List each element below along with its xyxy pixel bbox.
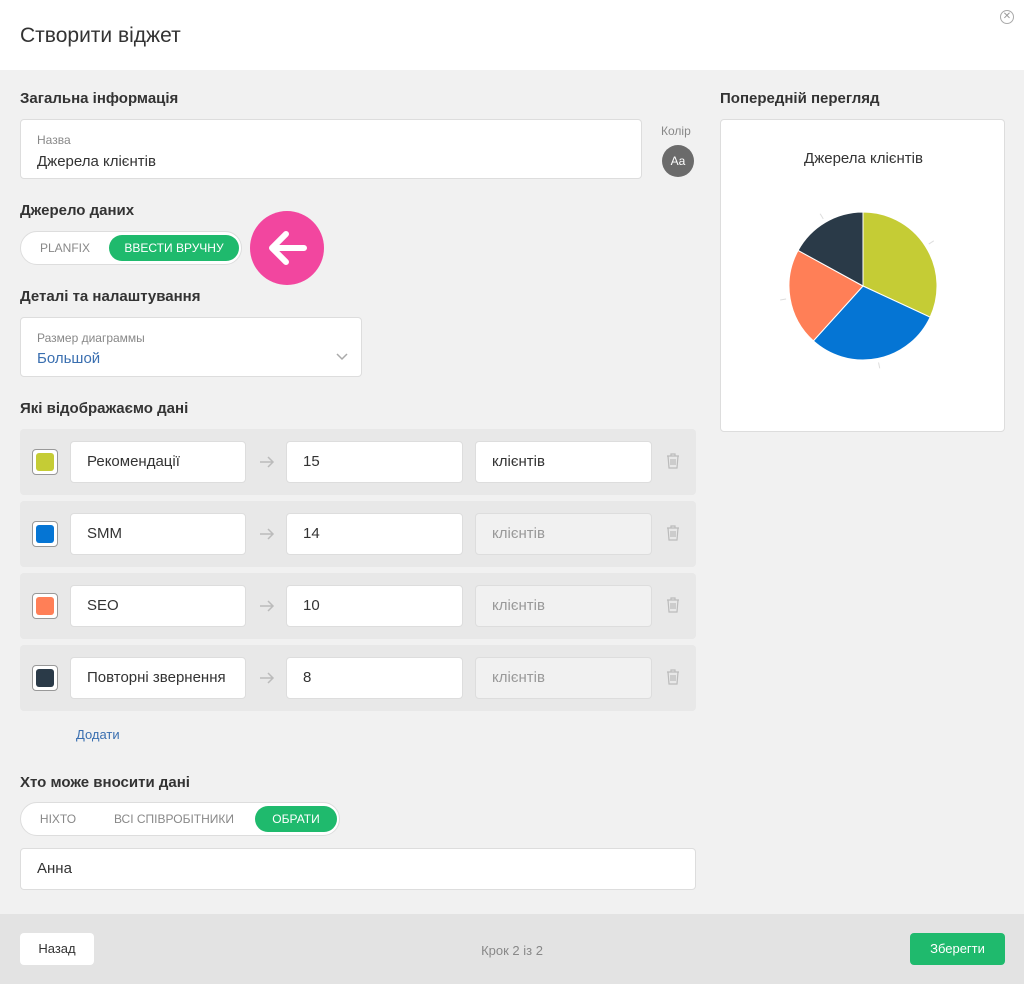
arrow-right-icon [260,528,275,540]
data-source-toggle: PLANFIX ВВЕСТИ ВРУЧНУ [20,231,242,265]
pie-tick [819,213,824,220]
trash-icon[interactable] [665,524,681,542]
pie-tick [928,240,935,245]
color-swatch[interactable] [32,665,58,691]
widget-name-value: Джерела клієнтів [37,153,156,170]
series-value-input[interactable]: 10 [286,585,463,627]
pie-tick [780,298,787,301]
color-label: Колір [661,124,691,138]
access-option-nobody[interactable]: НІХТО [27,806,89,832]
series-value-input[interactable]: 14 [286,513,463,555]
pie-chart [780,211,938,369]
series-name-input[interactable]: SMM [70,513,246,555]
trash-icon[interactable] [665,668,681,686]
pie-tick [878,362,881,369]
pointer-arrow-icon [250,211,324,285]
trash-icon[interactable] [665,452,681,470]
step-indicator: Крок 2 із 2 [481,943,543,958]
modal-header: Створити віджет ✕ [0,0,1024,70]
save-button[interactable]: Зберегти [910,933,1005,965]
data-source-section-label: Джерело даних [20,202,135,219]
widget-name-field[interactable]: Назва Джерела клієнтів [20,119,642,179]
series-unit-input: клієнтів [475,585,652,627]
preview-section-label: Попередній перегляд [720,90,880,107]
widget-name-label: Назва [37,133,71,147]
data-row: SEO 10 клієнтів [20,573,696,639]
modal-footer: Назад Крок 2 із 2 Зберегти [0,914,1024,984]
arrow-right-icon [260,672,275,684]
source-option-planfix[interactable]: PLANFIX [24,235,106,261]
series-name-input[interactable]: Повторні звернення [70,657,246,699]
color-swatch[interactable] [32,449,58,475]
series-value-input[interactable]: 15 [286,441,463,483]
series-unit-input: клієнтів [475,513,652,555]
access-toggle: НІХТО ВСІ СПІВРОБІТНИКИ ОБРАТИ [20,802,340,836]
chart-size-value: Большой [37,350,101,367]
series-unit-input: клієнтів [475,657,652,699]
chart-size-select[interactable]: Размер диаграммы Большой [20,317,362,377]
selected-person-field[interactable]: Анна [20,848,696,890]
data-row: Повторні звернення 8 клієнтів [20,645,696,711]
color-picker-button[interactable]: Aa [662,145,694,177]
color-swatch[interactable] [32,593,58,619]
chevron-down-icon [336,353,348,361]
details-section-label: Деталі та налаштування [20,288,201,305]
close-icon[interactable]: ✕ [1000,10,1014,24]
access-section-label: Хто може вносити дані [20,774,190,791]
data-row: Рекомендації 15 клієнтів [20,429,696,495]
trash-icon[interactable] [665,596,681,614]
general-section-label: Загальна інформація [20,90,179,107]
arrow-right-icon [260,600,275,612]
source-option-manual[interactable]: ВВЕСТИ ВРУЧНУ [109,235,239,261]
chart-size-label: Размер диаграммы [37,331,145,345]
data-row: SMM 14 клієнтів [20,501,696,567]
series-name-input[interactable]: SEO [70,585,246,627]
access-option-all[interactable]: ВСІ СПІВРОБІТНИКИ [99,806,249,832]
preview-card: Джерела клієнтів [720,119,1005,432]
access-option-choose[interactable]: ОБРАТИ [255,806,337,832]
color-swatch[interactable] [32,521,58,547]
series-name-input[interactable]: Рекомендації [70,441,246,483]
data-section-label: Які відображаємо дані [20,400,189,417]
add-row-link[interactable]: Додати [76,727,120,742]
arrow-right-icon [260,456,275,468]
modal-title: Створити віджет [20,24,181,47]
series-unit-input[interactable]: клієнтів [475,441,652,483]
series-value-input[interactable]: 8 [286,657,463,699]
